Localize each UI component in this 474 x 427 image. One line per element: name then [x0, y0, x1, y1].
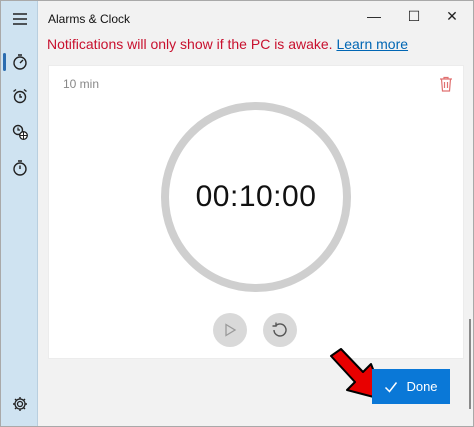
notification-message: Notifications will only show if the PC i… [47, 36, 333, 52]
play-icon [225, 323, 237, 337]
notification-warning: Notifications will only show if the PC i… [47, 36, 408, 52]
learn-more-link[interactable]: Learn more [336, 36, 408, 52]
checkmark-icon [385, 381, 398, 393]
done-button[interactable]: Done [372, 369, 450, 404]
app-window: Alarms & Clock — ☐ ✕ Notifications will … [0, 0, 474, 427]
close-icon: ✕ [446, 7, 458, 24]
nav-timer[interactable] [1, 45, 38, 79]
gear-icon [12, 397, 27, 411]
done-label: Done [406, 379, 438, 394]
title-bar: Alarms & Clock — ☐ ✕ [39, 1, 473, 33]
settings-button[interactable] [1, 387, 38, 421]
hamburger-menu-button[interactable] [1, 2, 38, 36]
minimize-icon: — [367, 8, 381, 24]
nav-alarm[interactable] [1, 79, 38, 113]
nav-stopwatch[interactable] [1, 151, 38, 185]
reset-icon [272, 322, 287, 337]
alarm-clock-icon [12, 88, 27, 104]
timer-name: 10 min [63, 77, 100, 91]
trash-icon [440, 76, 452, 92]
nav-sidebar [1, 1, 38, 426]
maximize-icon: ☐ [407, 7, 421, 24]
timer-card[interactable]: 10 min 00:10:00 [48, 65, 464, 359]
timer-icon [12, 54, 27, 70]
close-button[interactable]: ✕ [429, 1, 473, 31]
hamburger-menu-icon [12, 13, 27, 25]
app-title: Alarms & Clock [48, 12, 131, 26]
nav-world-clock[interactable] [1, 115, 38, 149]
reset-timer-button[interactable] [263, 313, 297, 347]
delete-timer-button[interactable] [437, 74, 455, 94]
stopwatch-icon [12, 160, 27, 176]
timer-time-display: 00:10:00 [195, 180, 317, 213]
start-timer-button[interactable] [213, 313, 247, 347]
scrollbar-thumb[interactable] [469, 319, 471, 409]
world-clock-icon [12, 124, 28, 140]
